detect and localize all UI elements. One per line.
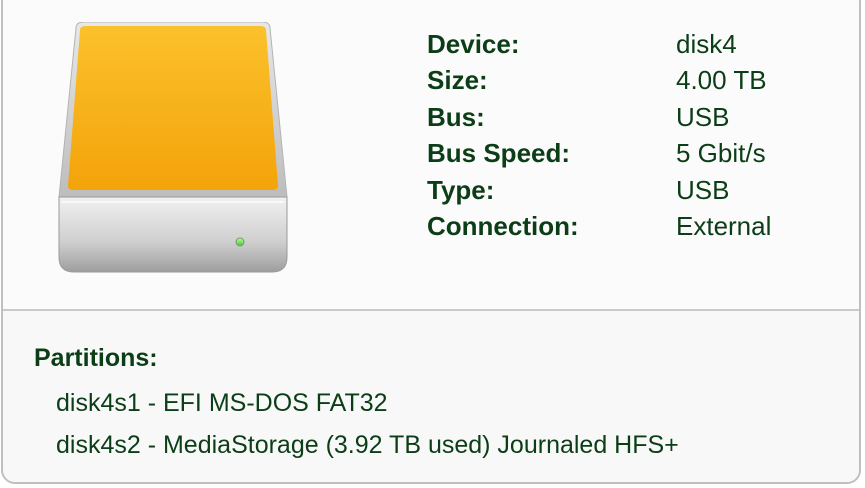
partition-item[interactable]: disk4s1 - EFI MS-DOS FAT32 [56,382,679,424]
partition-item[interactable]: disk4s2 - MediaStorage (3.92 TB used) Jo… [56,424,679,466]
info-value: USB [676,174,730,205]
info-row-connection: Connection: External [427,208,771,244]
info-value: 5 Gbit/s [676,138,766,169]
partition-list: disk4s1 - EFI MS-DOS FAT32 disk4s2 - Med… [56,382,679,466]
info-row-bus-speed: Bus Speed: 5 Gbit/s [427,135,771,171]
device-info-table: Device: disk4 Size: 4.00 TB Bus: USB Bus… [427,26,771,244]
info-label: Type: [427,174,495,205]
info-label: Size: [427,65,488,96]
info-row-size: Size: 4.00 TB [427,62,771,98]
info-label: Device: [427,29,520,59]
info-value: 4.00 TB [676,65,767,96]
partitions-title: Partitions: [34,344,158,372]
info-value: External [676,211,772,242]
info-row-device: Device: disk4 [427,26,771,62]
info-row-type: Type: USB [427,172,771,208]
info-value: disk4 [676,29,737,59]
info-label: Bus Speed: [427,138,571,169]
info-label: Connection: [427,211,579,242]
info-row-bus: Bus: USB [427,99,771,135]
info-value: USB [676,101,730,132]
info-label: Bus: [427,101,485,132]
external-drive-icon [58,21,288,274]
